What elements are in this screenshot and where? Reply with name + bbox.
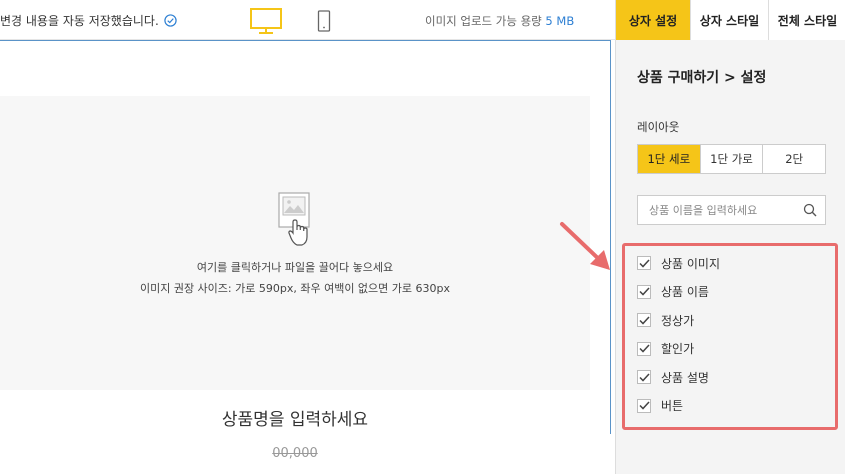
- dropzone-instruction: 여기를 클릭하거나 파일을 끌어다 놓으세요: [196, 261, 394, 274]
- tab-global-style[interactable]: 전체 스타일: [768, 0, 845, 40]
- layout-option-1col-vertical[interactable]: 1단 세로: [638, 145, 700, 173]
- annotation-highlight-box: [622, 243, 838, 430]
- tab-box-style[interactable]: 상자 스타일: [690, 0, 768, 40]
- autosave-text: 변경 내용을 자동 저장했습니다.: [0, 14, 159, 28]
- original-price[interactable]: 00,000: [0, 446, 590, 461]
- annotation-arrow-icon: [560, 222, 610, 270]
- tab-box-settings[interactable]: 상자 설정: [616, 0, 690, 40]
- layout-option-1col-horizontal[interactable]: 1단 가로: [699, 145, 763, 173]
- mobile-icon[interactable]: [316, 10, 332, 32]
- layout-option-2col[interactable]: 2단: [762, 145, 825, 173]
- upload-capacity-value: 5 MB: [545, 14, 575, 28]
- upload-capacity-label: 이미지 업로드 가능 용량: [425, 14, 542, 28]
- search-icon[interactable]: [803, 203, 817, 217]
- editor-topbar: 변경 내용을 자동 저장했습니다. 이미지 업로드 가능 용량 5 MB: [0, 0, 615, 40]
- autosave-status: 변경 내용을 자동 저장했습니다.: [0, 12, 177, 29]
- panel-title: 상품 구매하기 > 설정: [637, 70, 767, 86]
- layout-label: 레이아웃: [637, 120, 680, 134]
- desktop-icon[interactable]: [250, 8, 282, 34]
- product-search: [637, 195, 826, 225]
- product-search-input[interactable]: [649, 203, 799, 217]
- panel-tabs: 상자 설정 상자 스타일 전체 스타일: [616, 0, 845, 40]
- dropzone-size-hint: 이미지 권장 사이즈: 가로 590px, 좌우 여백이 없으면 가로 630p…: [139, 282, 451, 295]
- product-name-field[interactable]: 상품명을 입력하세요: [0, 405, 590, 430]
- layout-selector: 1단 세로 1단 가로 2단: [637, 144, 826, 174]
- upload-capacity: 이미지 업로드 가능 용량 5 MB: [425, 13, 574, 29]
- image-placeholder-icon: [278, 192, 310, 246]
- check-circle-icon: [164, 14, 177, 27]
